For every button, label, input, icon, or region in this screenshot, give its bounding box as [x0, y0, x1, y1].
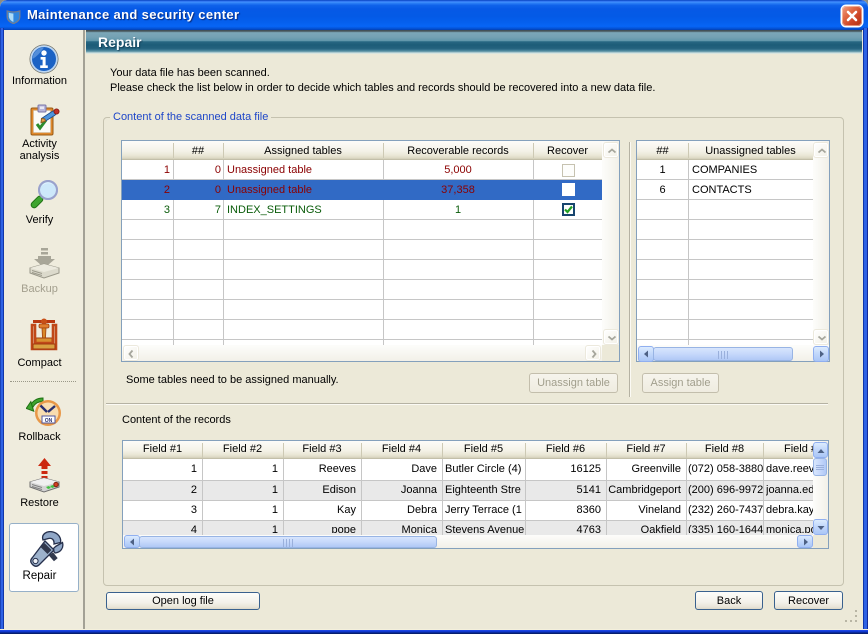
svg-text:ON: ON	[45, 418, 53, 424]
